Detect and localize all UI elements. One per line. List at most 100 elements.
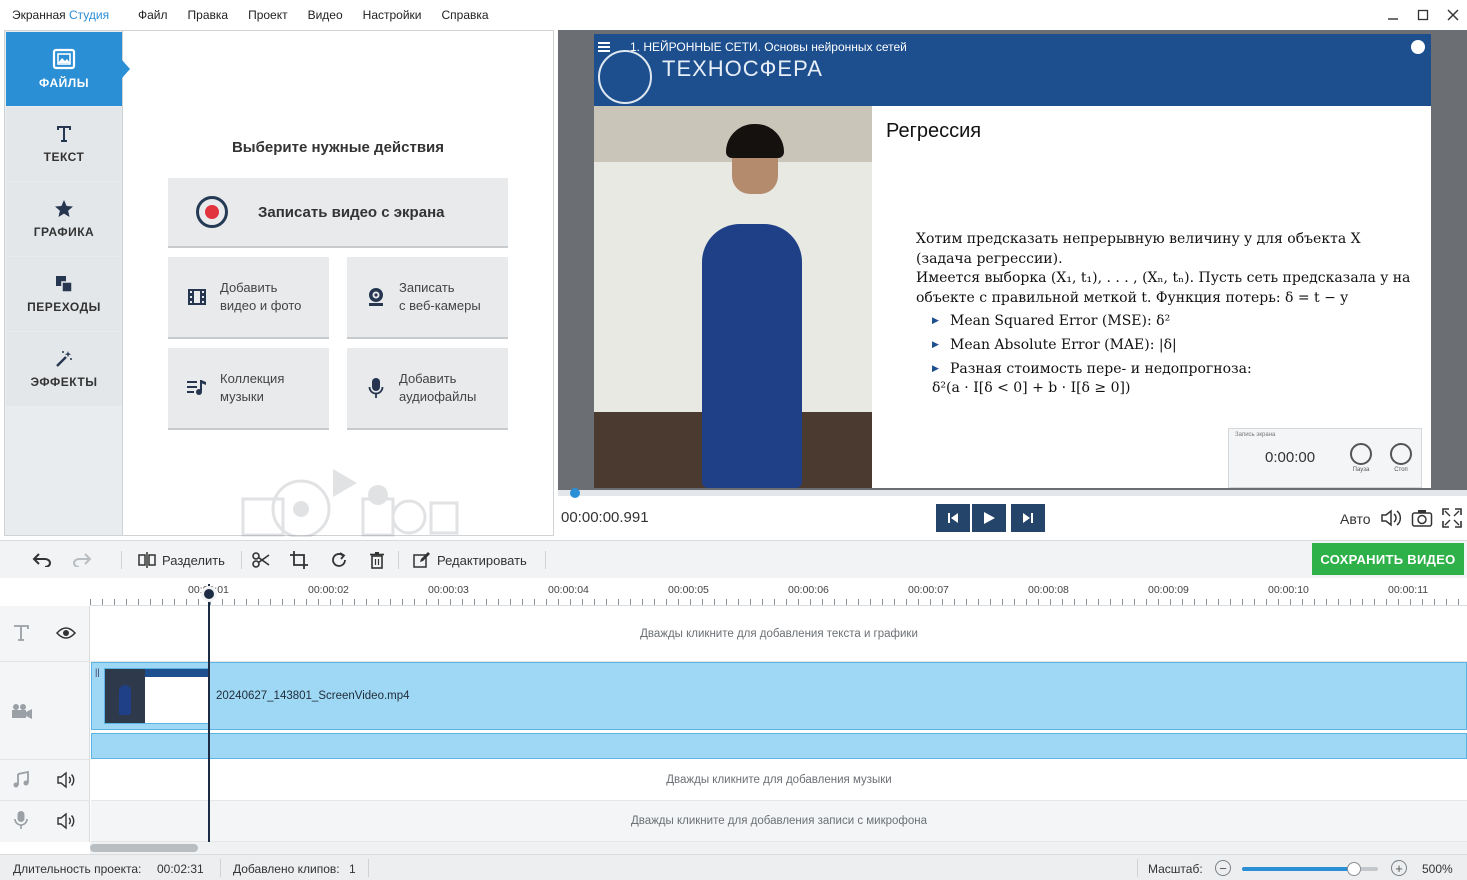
volume-icon[interactable] bbox=[1380, 508, 1402, 528]
music-collection-label-1: Коллекция bbox=[220, 371, 285, 386]
clips-count: 1 bbox=[349, 862, 356, 876]
menu-file[interactable]: Файл bbox=[126, 8, 178, 22]
tab-text[interactable]: ТЕКСТ bbox=[6, 107, 122, 181]
recording-widget-title: Запись экрана bbox=[1235, 432, 1276, 438]
technosphere-emblem-icon bbox=[598, 50, 652, 104]
split-icon bbox=[138, 552, 156, 568]
zoom-slider-handle[interactable] bbox=[1346, 862, 1361, 876]
lecture-header: 1. НЕЙРОННЫЕ СЕТИ. Основы нейронных сете… bbox=[594, 34, 1431, 106]
close-icon[interactable] bbox=[1439, 0, 1467, 30]
menu-settings[interactable]: Настройки bbox=[353, 8, 432, 22]
crop-icon bbox=[290, 551, 308, 569]
undo-button[interactable] bbox=[32, 549, 52, 571]
lecture-title: 1. НЕЙРОННЫЕ СЕТИ. Основы нейронных сете… bbox=[630, 40, 907, 54]
menu-edit[interactable]: Правка bbox=[178, 8, 239, 22]
transition-icon bbox=[56, 276, 73, 293]
zoom-out-icon[interactable]: − bbox=[1215, 860, 1231, 876]
app-title: Экранная Студия bbox=[0, 8, 126, 22]
eye-icon[interactable] bbox=[56, 626, 76, 640]
edit-label: Редактировать bbox=[437, 552, 527, 568]
record-screen-button[interactable]: Записать видео с экрана bbox=[168, 178, 508, 248]
split-button[interactable]: Разделить bbox=[138, 549, 225, 571]
playhead-handle[interactable] bbox=[201, 586, 217, 602]
music-track[interactable]: Дважды кликните для добавления музыки bbox=[91, 760, 1467, 801]
ruler-label: 00:00:04 bbox=[548, 584, 589, 596]
music-volume-icon[interactable] bbox=[56, 771, 76, 789]
video-frame: 1. НЕЙРОННЫЕ СЕТИ. Основы нейронных сете… bbox=[594, 34, 1431, 488]
ruler-label: 00:00:11 bbox=[1388, 584, 1429, 596]
add-audio-button[interactable]: Добавить аудиофайлы bbox=[347, 348, 508, 430]
add-media-button[interactable]: Добавить видео и фото bbox=[168, 257, 329, 339]
mic-volume-icon[interactable] bbox=[56, 812, 76, 830]
undo-icon bbox=[32, 553, 51, 567]
microphone-icon bbox=[368, 378, 384, 398]
slide-bullet: Разная стоимость пере- и недопрогноза: bbox=[932, 360, 1412, 379]
previous-button[interactable] bbox=[936, 504, 970, 532]
ruler-label: 00:00:06 bbox=[788, 584, 829, 596]
add-media-label-2: видео и фото bbox=[220, 298, 302, 313]
redo-button[interactable] bbox=[72, 549, 92, 571]
add-audio-label-2: аудиофайлы bbox=[399, 389, 477, 404]
video-clip[interactable]: || 20240627_143801_ScreenVideo.mp4 bbox=[91, 662, 1467, 730]
slide-line-1: Хотим предсказать непрерывную величину y… bbox=[916, 231, 1361, 267]
timeline-toolbar: Разделить Редактировать bbox=[0, 540, 1467, 578]
ruler-label: 00:00:07 bbox=[908, 584, 949, 596]
clip-audio-track[interactable] bbox=[91, 733, 1467, 759]
timeline-ruler[interactable]: 00:00:01 00:00:02 00:00:03 00:00:04 00:0… bbox=[90, 578, 1467, 606]
playhead[interactable] bbox=[201, 584, 217, 842]
seek-bar[interactable] bbox=[558, 488, 1467, 498]
preview-panel: 1. НЕЙРОННЫЕ СЕТИ. Основы нейронных сете… bbox=[558, 30, 1467, 536]
trash-icon bbox=[370, 552, 384, 569]
record-webcam-button[interactable]: Записать с веб-камеры bbox=[347, 257, 508, 339]
mic-track-header bbox=[0, 801, 90, 842]
text-track[interactable]: Дважды кликните для добавления текста и … bbox=[91, 606, 1467, 662]
seek-handle[interactable] bbox=[570, 488, 581, 498]
clip-handle-icon[interactable]: || bbox=[95, 667, 100, 677]
ruler-label: 00:00:10 bbox=[1268, 584, 1309, 596]
timeline-scroll-thumb[interactable] bbox=[90, 844, 198, 852]
ruler-label: 00:00:03 bbox=[428, 584, 469, 596]
menu-help[interactable]: Справка bbox=[432, 8, 499, 22]
menu-project[interactable]: Проект bbox=[238, 8, 298, 22]
music-collection-button[interactable]: Коллекция музыки bbox=[168, 348, 329, 430]
crop-button[interactable] bbox=[290, 549, 308, 571]
zoom-in-icon[interactable]: + bbox=[1391, 860, 1407, 876]
tab-files[interactable]: ФАЙЛЫ bbox=[6, 32, 130, 106]
minimize-icon[interactable] bbox=[1379, 0, 1407, 30]
zoom-slider[interactable] bbox=[1242, 862, 1378, 876]
tab-transitions[interactable]: ПЕРЕХОДЫ bbox=[6, 257, 122, 331]
delete-button[interactable] bbox=[369, 549, 385, 571]
save-video-button[interactable]: СОХРАНИТЬ ВИДЕО bbox=[1312, 543, 1464, 575]
mic-track[interactable]: Дважды кликните для добавления записи с … bbox=[91, 801, 1467, 842]
cut-button[interactable] bbox=[252, 549, 270, 571]
fullscreen-icon[interactable] bbox=[1442, 508, 1462, 528]
camera-snapshot-icon[interactable] bbox=[1411, 508, 1433, 528]
video-preview[interactable]: 1. НЕЙРОННЫЕ СЕТИ. Основы нейронных сете… bbox=[558, 30, 1467, 490]
slide-formula: δ²(a · I[δ < 0] + b · I[δ ≥ 0]) bbox=[932, 380, 1131, 396]
lecture-logo: ТЕХНОСФЕРА bbox=[662, 56, 823, 81]
image-icon bbox=[52, 48, 76, 70]
star-icon bbox=[55, 200, 73, 217]
clock-icon bbox=[1411, 40, 1425, 54]
tool-tabs: ФАЙЛЫ ТЕКСТ ГРАФИКА ПЕРЕХОДЫ ЭФФЕКТЫ bbox=[5, 31, 130, 535]
timeline-scrollbar[interactable] bbox=[90, 842, 1467, 854]
rotate-button[interactable] bbox=[330, 549, 348, 571]
quality-selector[interactable]: Авто bbox=[1340, 511, 1371, 527]
next-button[interactable] bbox=[1011, 504, 1045, 532]
menu-video[interactable]: Видео bbox=[298, 8, 353, 22]
mic-track-icon bbox=[14, 811, 28, 829]
ruler-label: 00:00:05 bbox=[668, 584, 709, 596]
tab-effects[interactable]: ЭФФЕКТЫ bbox=[6, 332, 122, 406]
app-title-part2: Студия bbox=[68, 8, 110, 22]
tab-graphics[interactable]: ГРАФИКА bbox=[6, 182, 122, 256]
ruler-label: 00:00:09 bbox=[1148, 584, 1189, 596]
video-track-header bbox=[0, 662, 90, 760]
app-title-part1: Экранная bbox=[12, 8, 69, 22]
rotate-icon bbox=[332, 552, 346, 567]
edit-button[interactable]: Редактировать bbox=[413, 549, 527, 571]
maximize-icon[interactable] bbox=[1409, 0, 1437, 30]
play-button[interactable] bbox=[972, 504, 1006, 532]
timecode: 00:00:00.991 bbox=[561, 509, 649, 526]
tab-transitions-label: ПЕРЕХОДЫ bbox=[27, 300, 101, 314]
recording-widget-time: 0:00:00 bbox=[1265, 449, 1316, 466]
